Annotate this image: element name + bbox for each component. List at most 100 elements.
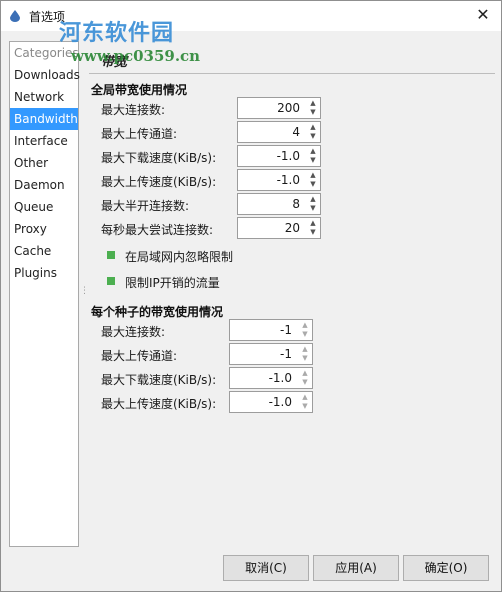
field-label: 最大上传通道: xyxy=(101,349,178,363)
cancel-button[interactable]: 取消(C) xyxy=(223,555,309,581)
spin-value: 20 xyxy=(284,221,300,235)
spin-value: -1.0 xyxy=(276,173,300,187)
splitter-handle[interactable]: ⋮ xyxy=(80,286,89,296)
field-label: 最大上传速度(KiB/s): xyxy=(101,175,217,189)
spin-value: 4 xyxy=(292,125,300,139)
global-group-title: 全局带宽使用情况 xyxy=(91,83,188,97)
spin-up-icon[interactable]: ▲ xyxy=(307,123,319,132)
spin-buttons: ▲ ▼ xyxy=(299,393,311,411)
spin-down-icon[interactable]: ▼ xyxy=(299,330,311,339)
category-sidebar: Categories Downloads Network Bandwidth I… xyxy=(9,41,80,547)
spin-buttons: ▲ ▼ xyxy=(307,147,319,165)
sidebar-header: Categories xyxy=(14,46,79,60)
field-label: 最大下载速度(KiB/s): xyxy=(101,373,217,387)
spin-buttons: ▲ ▼ xyxy=(307,195,319,213)
torrent-max-connections-spinbox[interactable]: -1 ▲ ▼ xyxy=(229,319,313,341)
sidebar-item-other[interactable]: Other xyxy=(10,152,78,174)
global-connection-attempts-row: 每秒最大尝试连接数: 20 ▲ ▼ xyxy=(87,217,495,239)
torrent-max-download-speed-row: 最大下载速度(KiB/s): -1.0 ▲ ▼ xyxy=(87,367,495,389)
field-label: 最大下载速度(KiB/s): xyxy=(101,151,217,165)
checkbox-label: 限制IP开销的流量 xyxy=(125,276,220,290)
spin-up-icon[interactable]: ▲ xyxy=(307,171,319,180)
preferences-window: 首选项 ✕ Categories Downloads Network Bandw… xyxy=(0,0,502,592)
torrent-max-upload-slots-row: 最大上传通道: -1 ▲ ▼ xyxy=(87,343,495,365)
spin-up-icon[interactable]: ▲ xyxy=(307,219,319,228)
apply-button[interactable]: 应用(A) xyxy=(313,555,399,581)
spin-up-icon[interactable]: ▲ xyxy=(299,369,311,378)
watermark-url: www.pc0359.cn xyxy=(71,47,201,65)
global-max-upload-slots-row: 最大上传通道: 4 ▲ ▼ xyxy=(87,121,495,143)
spin-value: -1.0 xyxy=(268,395,292,409)
torrent-max-upload-speed-spinbox[interactable]: -1.0 ▲ ▼ xyxy=(229,391,313,413)
spin-buttons: ▲ ▼ xyxy=(299,321,311,339)
sidebar-item-network[interactable]: Network xyxy=(10,86,78,108)
field-label: 最大上传速度(KiB/s): xyxy=(101,397,217,411)
field-label: 最大连接数: xyxy=(101,103,166,117)
sidebar-item-proxy[interactable]: Proxy xyxy=(10,218,78,240)
spin-up-icon[interactable]: ▲ xyxy=(299,321,311,330)
per-torrent-group-title: 每个种子的带宽使用情况 xyxy=(91,305,224,319)
spin-buttons: ▲ ▼ xyxy=(299,369,311,387)
torrent-max-upload-speed-row: 最大上传速度(KiB/s): -1.0 ▲ ▼ xyxy=(87,391,495,413)
spin-up-icon[interactable]: ▲ xyxy=(307,195,319,204)
close-icon[interactable]: ✕ xyxy=(469,3,497,27)
global-max-half-open-spinbox[interactable]: 8 ▲ ▼ xyxy=(237,193,321,215)
field-label: 最大半开连接数: xyxy=(101,199,190,213)
global-max-upload-speed-row: 最大上传速度(KiB/s): -1.0 ▲ ▼ xyxy=(87,169,495,191)
global-max-download-speed-spinbox[interactable]: -1.0 ▲ ▼ xyxy=(237,145,321,167)
category-list: Downloads Network Bandwidth Interface Ot… xyxy=(10,64,80,284)
spin-value: -1 xyxy=(280,347,292,361)
dialog-button-bar: 取消(C) 应用(A) 确定(O) xyxy=(1,547,501,591)
spin-down-icon[interactable]: ▼ xyxy=(299,354,311,363)
spin-down-icon[interactable]: ▼ xyxy=(307,156,319,165)
title-divider xyxy=(89,73,495,74)
sidebar-item-downloads[interactable]: Downloads xyxy=(10,64,80,86)
sidebar-item-daemon[interactable]: Daemon xyxy=(10,174,78,196)
global-max-half-open-row: 最大半开连接数: 8 ▲ ▼ xyxy=(87,193,495,215)
spin-up-icon[interactable]: ▲ xyxy=(299,393,311,402)
spin-buttons: ▲ ▼ xyxy=(307,171,319,189)
spin-down-icon[interactable]: ▼ xyxy=(307,108,319,117)
spin-down-icon[interactable]: ▼ xyxy=(299,402,311,411)
droplet-icon xyxy=(10,10,20,22)
field-label: 最大连接数: xyxy=(101,325,166,339)
ok-button[interactable]: 确定(O) xyxy=(403,555,489,581)
spin-down-icon[interactable]: ▼ xyxy=(307,228,319,237)
sidebar-item-queue[interactable]: Queue xyxy=(10,196,78,218)
checkbox-label: 在局域网内忽略限制 xyxy=(125,250,234,264)
spin-value: 200 xyxy=(277,101,300,115)
spin-down-icon[interactable]: ▼ xyxy=(307,180,319,189)
checkbox-checked-icon[interactable] xyxy=(107,251,115,259)
spin-buttons: ▲ ▼ xyxy=(307,219,319,237)
checkbox-checked-icon[interactable] xyxy=(107,277,115,285)
global-max-connections-row: 最大连接数: 200 ▲ ▼ xyxy=(87,97,495,119)
sidebar-item-cache[interactable]: Cache xyxy=(10,240,78,262)
spin-buttons: ▲ ▼ xyxy=(299,345,311,363)
bandwidth-panel: 带宽 全局带宽使用情况 最大连接数: 200 ▲ ▼ 最大上传通道: 4 ▲ ▼… xyxy=(87,41,495,547)
field-label: 最大上传通道: xyxy=(101,127,178,141)
watermark-logo: 河东软件园 xyxy=(59,20,175,46)
global-connection-attempts-spinbox[interactable]: 20 ▲ ▼ xyxy=(237,217,321,239)
spin-value: 8 xyxy=(292,197,300,211)
spin-up-icon[interactable]: ▲ xyxy=(299,345,311,354)
spin-buttons: ▲ ▼ xyxy=(307,99,319,117)
spin-down-icon[interactable]: ▼ xyxy=(307,132,319,141)
spin-buttons: ▲ ▼ xyxy=(307,123,319,141)
spin-value: -1.0 xyxy=(268,371,292,385)
global-max-upload-slots-spinbox[interactable]: 4 ▲ ▼ xyxy=(237,121,321,143)
spin-down-icon[interactable]: ▼ xyxy=(307,204,319,213)
global-max-download-speed-row: 最大下载速度(KiB/s): -1.0 ▲ ▼ xyxy=(87,145,495,167)
torrent-max-download-speed-spinbox[interactable]: -1.0 ▲ ▼ xyxy=(229,367,313,389)
sidebar-item-plugins[interactable]: Plugins xyxy=(10,262,78,284)
sidebar-item-bandwidth[interactable]: Bandwidth xyxy=(10,108,78,130)
spin-value: -1.0 xyxy=(276,149,300,163)
sidebar-item-interface[interactable]: Interface xyxy=(10,130,78,152)
field-label: 每秒最大尝试连接数: xyxy=(101,223,214,237)
torrent-max-upload-slots-spinbox[interactable]: -1 ▲ ▼ xyxy=(229,343,313,365)
torrent-max-connections-row: 最大连接数: -1 ▲ ▼ xyxy=(87,319,495,341)
spin-up-icon[interactable]: ▲ xyxy=(307,99,319,108)
spin-up-icon[interactable]: ▲ xyxy=(307,147,319,156)
spin-down-icon[interactable]: ▼ xyxy=(299,378,311,387)
global-max-upload-speed-spinbox[interactable]: -1.0 ▲ ▼ xyxy=(237,169,321,191)
global-max-connections-spinbox[interactable]: 200 ▲ ▼ xyxy=(237,97,321,119)
